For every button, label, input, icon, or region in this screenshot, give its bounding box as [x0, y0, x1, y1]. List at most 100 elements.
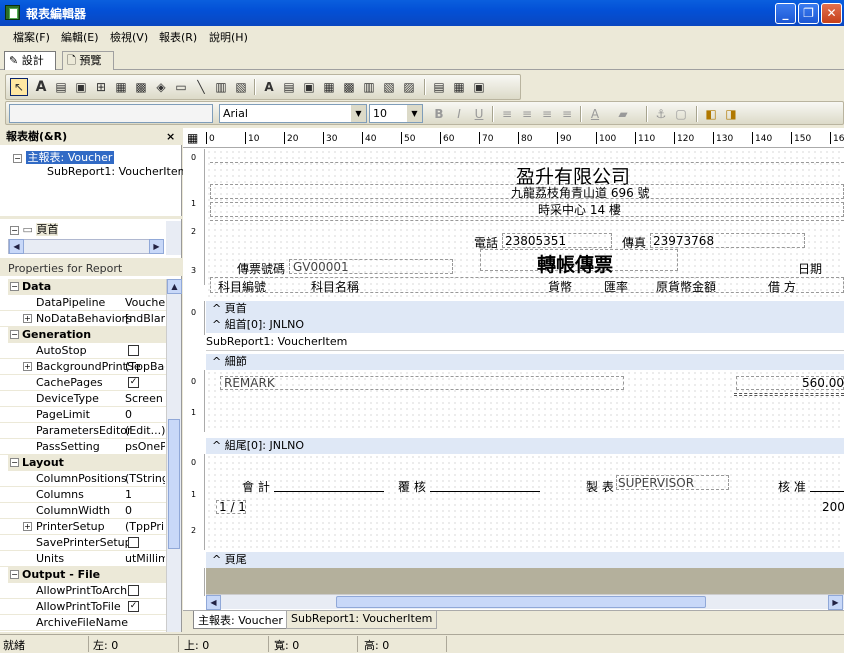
property-row[interactable]: +BackgroundPrintSe(TppBac: [0, 359, 166, 375]
col-orig-amount[interactable]: 原貨幣金額: [656, 278, 716, 295]
image-tool-icon[interactable]: ▩: [132, 78, 150, 96]
property-value[interactable]: (Edit...): [125, 424, 165, 437]
band-label-header[interactable]: ^ 頁首: [206, 301, 844, 317]
band-label-footer[interactable]: ^ 頁尾: [206, 552, 844, 568]
document-title[interactable]: 轉帳傳票: [537, 250, 613, 277]
splitter[interactable]: [0, 216, 182, 219]
table-tool-icon[interactable]: ▦: [450, 78, 468, 96]
band-label-group-footer[interactable]: ^ 組尾[0]: JNLNO: [206, 438, 844, 454]
band-label-detail[interactable]: ^ 細節: [206, 354, 844, 370]
col-rate[interactable]: 匯率: [604, 278, 628, 295]
tab-subreport[interactable]: SubReport1: VoucherItem: [286, 611, 438, 629]
property-value[interactable]: Screen: [125, 392, 165, 405]
property-row[interactable]: DeviceType Screen: [0, 391, 166, 407]
property-checkbox[interactable]: [128, 345, 139, 356]
restore-button[interactable]: ❐: [798, 3, 819, 24]
address-line-1[interactable]: 九龍荔枝角青山道 696 號: [511, 184, 650, 201]
font-color-icon[interactable]: A: [586, 105, 604, 123]
address-line-2[interactable]: 時采中心 14 樓: [538, 201, 621, 218]
sig-review[interactable]: 覆 核: [398, 478, 426, 495]
band-label-group-header[interactable]: ^ 組首[0]: JNLNO: [206, 317, 844, 333]
property-row[interactable]: PageLimit 0: [0, 407, 166, 423]
dbimage-tool-icon[interactable]: ▥: [360, 78, 378, 96]
workspace-hscrollbar[interactable]: ◀ ▶: [206, 594, 844, 610]
collapse-icon[interactable]: −: [10, 570, 19, 579]
richtext-tool-icon[interactable]: ▣: [72, 78, 90, 96]
highlight-color-icon[interactable]: ▰: [614, 105, 632, 123]
font-size-combo[interactable]: 10 ▼: [369, 104, 423, 123]
send-back-icon[interactable]: ◨: [722, 105, 740, 123]
tree-vscrollbar[interactable]: [166, 221, 181, 255]
subreport-label[interactable]: SubReport1: VoucherItem: [206, 335, 347, 348]
property-row[interactable]: AllowPrintToArchiv: [0, 583, 166, 599]
supervisor-field[interactable]: SUPERVISOR: [618, 476, 694, 490]
bring-front-icon[interactable]: ◧: [702, 105, 720, 123]
line-tool-icon[interactable]: ╲: [192, 78, 210, 96]
date-label[interactable]: 日期: [798, 260, 822, 277]
property-vscrollbar[interactable]: ▲: [166, 279, 182, 632]
col-account-name[interactable]: 科目名稱: [311, 278, 359, 295]
subreport-band[interactable]: SubReport1: VoucherItem: [206, 333, 844, 351]
property-checkbox[interactable]: [128, 585, 139, 596]
col-account-code[interactable]: 科目編號: [218, 278, 266, 295]
font-name-combo[interactable]: Arial ▼: [219, 104, 367, 123]
label-tool-icon[interactable]: A: [32, 78, 50, 96]
minimize-button[interactable]: _: [775, 3, 796, 24]
col-currency[interactable]: 貨幣: [548, 278, 572, 295]
property-category[interactable]: − Output - File: [8, 567, 166, 583]
collapse-icon[interactable]: −: [10, 282, 19, 291]
shape-tool-icon[interactable]: ◈: [152, 78, 170, 96]
align-left-icon[interactable]: ≡: [498, 105, 516, 123]
menu-edit[interactable]: 編輯(E): [61, 29, 99, 45]
property-value[interactable]: 0: [125, 408, 165, 421]
property-value[interactable]: [ndBlank: [125, 312, 165, 325]
property-checkbox[interactable]: [128, 537, 139, 548]
property-row[interactable]: ColumnPositions (TString: [0, 471, 166, 487]
header-band[interactable]: 盈升有限公司 九龍荔枝角青山道 696 號 時采中心 14 樓 電話 23805…: [206, 149, 844, 301]
anchor-icon[interactable]: ⚓: [652, 105, 670, 123]
property-row[interactable]: + NoDataBehaviors[ndBlank: [0, 311, 166, 327]
shape-icon[interactable]: ▭: [172, 78, 190, 96]
scroll-left-icon[interactable]: ◀: [9, 239, 24, 254]
justify-icon[interactable]: ≡: [558, 105, 576, 123]
menu-file[interactable]: 檔案(F): [13, 29, 50, 45]
sig-make[interactable]: 製 表: [586, 478, 614, 495]
scroll-thumb[interactable]: [168, 419, 180, 549]
collapse-icon[interactable]: −: [13, 154, 22, 163]
region-tool-icon[interactable]: ▧: [232, 78, 250, 96]
dbcheck-tool-icon[interactable]: ▨: [400, 78, 418, 96]
property-checkbox[interactable]: ✓: [128, 601, 139, 612]
property-row[interactable]: + PrinterSetup (TppPrin: [0, 519, 166, 535]
property-row[interactable]: AutoStop: [0, 343, 166, 359]
property-value[interactable]: (TppBac: [125, 360, 165, 373]
property-row[interactable]: DataPipeline Voucher: [0, 295, 166, 311]
dblabel-tool-icon[interactable]: A: [260, 78, 278, 96]
dbcalc-tool-icon[interactable]: ▩: [340, 78, 358, 96]
remark-field[interactable]: REMARK: [224, 376, 275, 390]
dbmemo-tool-icon[interactable]: ▣: [300, 78, 318, 96]
tab-preview[interactable]: 🗋 預覽: [62, 51, 114, 70]
underline-icon[interactable]: U: [470, 105, 488, 123]
property-category[interactable]: − Layout: [8, 455, 166, 471]
border-icon[interactable]: ▢: [672, 105, 690, 123]
scroll-left-icon[interactable]: ◀: [206, 595, 221, 610]
property-row[interactable]: CachePages ✓: [0, 375, 166, 391]
property-row[interactable]: ArchiveFileName: [0, 615, 166, 631]
italic-icon[interactable]: I: [450, 105, 468, 123]
tree-hscrollbar[interactable]: ◀ ▶: [8, 239, 164, 254]
barcode-tool-icon[interactable]: ▥: [212, 78, 230, 96]
sig-account[interactable]: 會 計: [242, 478, 270, 495]
memo-tool-icon[interactable]: ▤: [52, 78, 70, 96]
fax-value[interactable]: 23973768: [653, 234, 714, 248]
bold-icon[interactable]: B: [430, 105, 448, 123]
panel-close-icon[interactable]: ×: [166, 128, 175, 145]
property-value[interactable]: 0: [125, 504, 165, 517]
close-button[interactable]: ✕: [821, 3, 842, 24]
crosstab-tool-icon[interactable]: ▣: [470, 78, 488, 96]
page-footer-band[interactable]: [206, 568, 844, 594]
property-row[interactable]: AllowPrintToFile ✓: [0, 599, 166, 615]
align-right-icon[interactable]: ≡: [538, 105, 556, 123]
property-value[interactable]: psOnePa: [125, 440, 165, 453]
expand-icon[interactable]: +: [23, 362, 32, 371]
property-value[interactable]: (TString: [125, 472, 165, 485]
